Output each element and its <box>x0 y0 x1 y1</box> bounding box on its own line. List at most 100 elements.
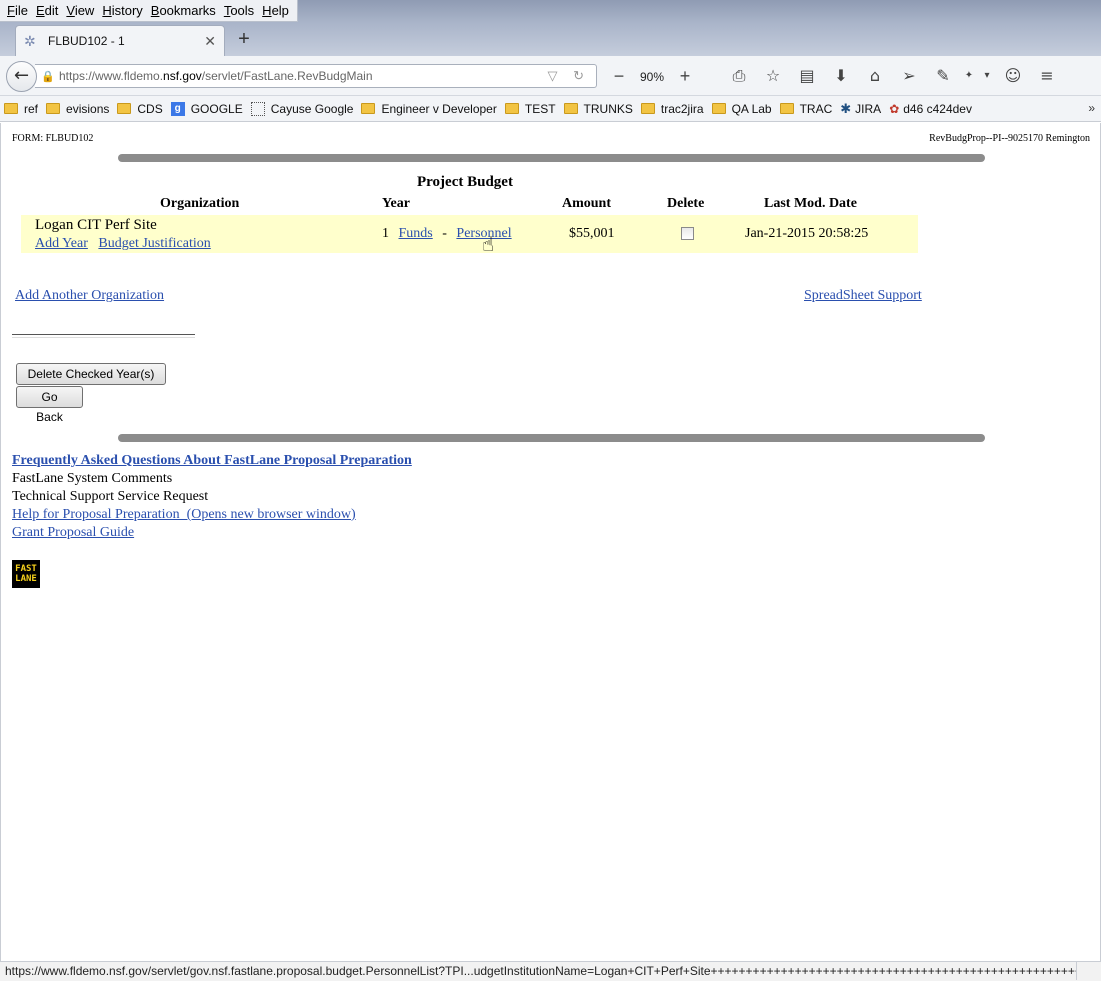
organization-links: Add Year Budget Justification <box>35 236 218 252</box>
bookmark-engineer-v-developer[interactable]: Engineer v Developer <box>361 101 497 116</box>
grant-guide-link[interactable]: Grant Proposal Guide <box>12 525 134 540</box>
send-icon[interactable]: ➢ <box>892 65 926 87</box>
bookmark-evisions[interactable]: evisions <box>46 102 109 116</box>
tab-title: FLBUD102 - 1 <box>48 34 125 48</box>
menu-edit[interactable]: Edit <box>32 3 62 18</box>
screenshot-icon[interactable]: ✎ <box>926 65 960 87</box>
bookmark-trunks[interactable]: TRUNKS <box>563 101 633 116</box>
fastlane-logo: FAST LANE <box>12 560 40 588</box>
budget-title: Project Budget <box>417 174 513 190</box>
folder-icon <box>563 103 578 114</box>
system-comments-text: FastLane System Comments <box>12 471 173 486</box>
page-content: FORM: FLBUD102 RevBudgProp--PI--9025170 … <box>0 123 1101 961</box>
page-icon <box>250 101 265 116</box>
folder-icon <box>711 103 726 114</box>
toolbar-icons: ⎙ ☆ ▤ ⬇ ⌂ ➢ ✎ ✦ ▾ ☺ ≡ <box>722 65 1064 87</box>
zoom-level[interactable]: 90% <box>632 70 672 84</box>
close-icon[interactable]: ✕ <box>204 33 216 50</box>
bookmark-qa-lab[interactable]: QA Lab <box>711 101 772 116</box>
menu-view[interactable]: View <box>62 3 98 18</box>
paw-icon: ✿ <box>889 101 900 116</box>
tab-active[interactable]: ✲ FLBUD102 - 1 ✕ <box>15 25 225 56</box>
delete-checked-years-button[interactable]: Delete Checked Year(s) <box>16 363 166 385</box>
folder-icon <box>117 103 132 114</box>
home-icon[interactable]: ⌂ <box>858 65 892 87</box>
bookmark-label: TEST <box>524 101 556 116</box>
column-header-organization: Organization <box>160 196 240 211</box>
faq-link[interactable]: Frequently Asked Questions About FastLan… <box>12 453 412 468</box>
bookmark-google[interactable]: g GOOGLE <box>170 101 243 116</box>
bookmark-trac2jira[interactable]: trac2jira <box>640 102 704 116</box>
folder-icon <box>779 103 794 114</box>
bookmark-label: Engineer v Developer <box>381 101 497 116</box>
menu-tools[interactable]: Tools <box>220 3 258 18</box>
bookmark-label: TRAC <box>799 101 833 116</box>
add-another-organization-link[interactable]: Add Another Organization <box>15 288 164 304</box>
footer-links: Frequently Asked Questions About FastLan… <box>12 452 412 542</box>
download-icon[interactable]: ⬇ <box>824 65 858 87</box>
form-id: FORM: FLBUD102 <box>12 133 94 144</box>
chevron-right-icon[interactable]: » <box>1088 101 1095 115</box>
column-header-year: Year <box>382 196 410 211</box>
bookmarks-bar: ref evisions CDS g GOOGLE Cayuse Google E… <box>0 96 1101 122</box>
hamburger-menu-icon[interactable]: ≡ <box>1030 65 1064 87</box>
logo-line-2: LANE <box>15 574 37 584</box>
budget-amount: $55,001 <box>569 226 615 241</box>
url-prefix: https://www.fldemo. <box>59 69 164 83</box>
url-path: /servlet/FastLane.RevBudgMain <box>201 69 373 83</box>
bookmark-d46-c424dev[interactable]: ✿ d46 c424dev <box>889 102 972 116</box>
url-bar[interactable]: 🔒 https://www.fldemo. nsf.gov/servlet/Fas… <box>35 64 597 88</box>
folder-icon <box>361 103 376 114</box>
reading-list-icon[interactable]: ▤ <box>790 65 824 87</box>
bookmark-cayuse-google[interactable]: Cayuse Google <box>250 101 354 116</box>
bookmark-label: TRUNKS <box>583 101 633 116</box>
bookmark-label: ref <box>24 101 39 116</box>
menu-file[interactable]: File <box>3 3 32 18</box>
bookmark-label: Cayuse Google <box>270 101 354 116</box>
bookmark-label: QA Lab <box>731 101 772 116</box>
go-back-button[interactable]: Go Back <box>16 386 83 424</box>
form-reference: RevBudgProp--PI--9025170 Remington <box>929 133 1090 144</box>
back-button[interactable]: ← <box>6 61 37 92</box>
bookmark-jira[interactable]: ✱ JIRA <box>840 101 881 117</box>
add-year-link[interactable]: Add Year <box>35 236 88 251</box>
divider-bottom <box>118 434 985 442</box>
menu-bookmarks[interactable]: Bookmarks <box>147 3 220 18</box>
funds-link[interactable]: Funds <box>399 226 433 241</box>
menu-history[interactable]: History <box>98 3 146 18</box>
bookmark-cds[interactable]: CDS <box>117 101 163 116</box>
year-link-separator: - <box>442 226 447 241</box>
new-tab-button[interactable]: + <box>233 28 255 50</box>
status-url: https://www.fldemo.nsf.gov/servlet/gov.n… <box>5 962 1077 980</box>
last-modified-date: Jan-21-2015 20:58:25 <box>745 226 869 241</box>
menu-help[interactable]: Help <box>258 3 293 18</box>
gear-icon: ✲ <box>24 33 36 49</box>
bookmark-star-icon[interactable]: ☆ <box>756 65 790 87</box>
addon-icon[interactable]: ✦ <box>960 65 978 87</box>
reload-icon[interactable]: ▽ ↻ <box>547 68 590 84</box>
bookmark-trac[interactable]: TRAC <box>779 101 833 116</box>
delete-checkbox[interactable] <box>681 227 694 240</box>
bookmark-ref[interactable]: ref <box>4 102 38 116</box>
zoom-in-button[interactable]: + <box>672 66 698 87</box>
smiley-icon[interactable]: ☺ <box>996 65 1030 87</box>
year-cell: 1 Funds - Personnel <box>382 226 518 242</box>
bookmark-label: GOOGLE <box>190 101 243 116</box>
bookmark-test[interactable]: TEST <box>504 101 556 116</box>
column-header-amount: Amount <box>562 196 612 211</box>
spreadsheet-support-link[interactable]: SpreadSheet Support <box>804 288 922 304</box>
help-link[interactable]: Help for Proposal Preparation (Opens new… <box>12 507 356 522</box>
year-number: 1 <box>382 226 389 241</box>
print-icon[interactable]: ⎙ <box>722 65 756 87</box>
budget-justification-link[interactable]: Budget Justification <box>98 236 210 251</box>
google-icon: g <box>170 101 185 116</box>
tech-support-text: Technical Support Service Request <box>12 489 209 504</box>
dropdown-icon[interactable]: ▾ <box>978 65 996 87</box>
bookmark-label: CDS <box>137 101 163 116</box>
separator-line <box>12 334 195 338</box>
navigation-toolbar: 🔒 https://www.fldemo. nsf.gov/servlet/Fas… <box>0 56 1101 96</box>
lock-icon: 🔒 <box>41 71 55 83</box>
folder-icon <box>46 103 61 114</box>
zoom-out-button[interactable]: − <box>606 66 632 87</box>
hand-cursor-icon: ☝ <box>482 232 495 256</box>
